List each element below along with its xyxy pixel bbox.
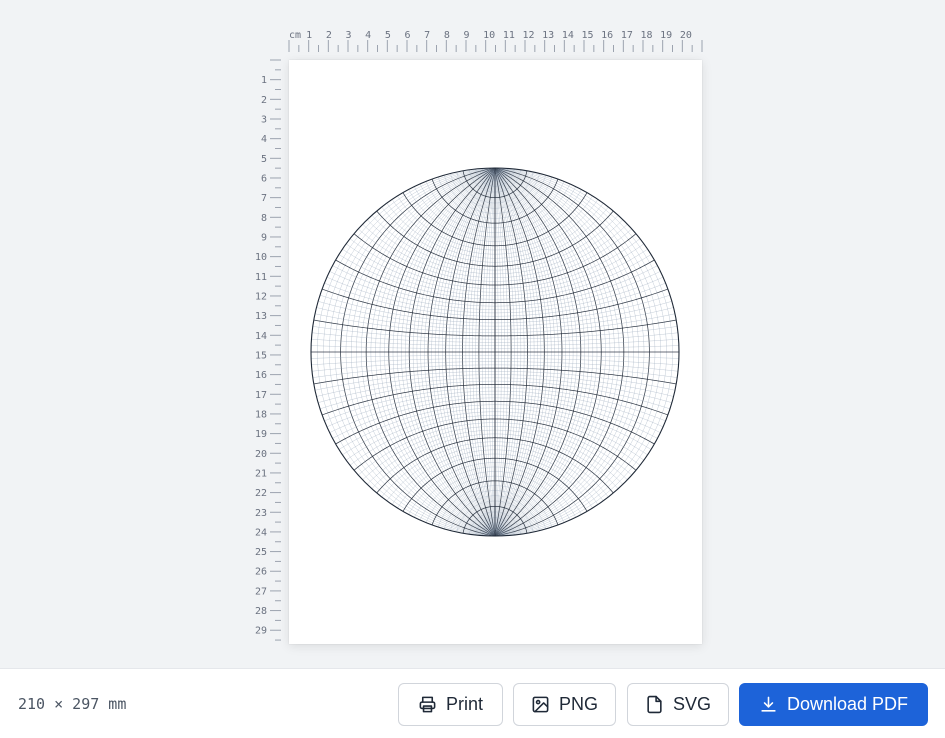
ruler-top-label: 4: [365, 30, 371, 41]
ruler-top-label: 10: [483, 30, 495, 41]
ruler-left-label: 29: [255, 626, 267, 637]
file-icon: [647, 695, 662, 714]
stereonet: [310, 167, 680, 537]
ruler-top-label: 8: [444, 30, 450, 41]
ruler-left-label: 27: [255, 586, 267, 597]
stereonet-grid: [311, 167, 679, 537]
ruler-left-label: 11: [255, 272, 267, 283]
print-label: Print: [445, 694, 483, 714]
ruler-left-label: 13: [255, 311, 267, 322]
ruler-top-label: 2: [326, 30, 332, 41]
download-pdf-label: Download PDF: [786, 694, 909, 714]
paper-dimensions: 210 × 297 mm: [18, 695, 127, 713]
ruler-top-label: 18: [641, 30, 653, 41]
ruler-left-label: 19: [255, 429, 267, 440]
ruler-top-label: 13: [542, 30, 554, 41]
ruler-top-label: 3: [346, 30, 352, 41]
ruler-left-label: 24: [255, 527, 267, 538]
ruler-left-label: 28: [255, 606, 267, 617]
footer-toolbar: 210 × 297 mm Print PNG SVG Download PDF: [0, 668, 945, 738]
ruler-top-label: 17: [621, 30, 633, 41]
ruler-left-label: 21: [255, 468, 267, 479]
ruler-top-label: 15: [582, 30, 594, 41]
ruler-left-label: 8: [261, 213, 267, 224]
ruler-top-label: 12: [523, 30, 535, 41]
ruler-left-label: 4: [261, 134, 267, 145]
ruler-top-label: 16: [601, 30, 613, 41]
png-label: PNG: [558, 694, 598, 714]
download-pdf-button[interactable]: Download PDF: [739, 683, 928, 726]
ruler-top-label: 1: [306, 30, 312, 41]
download-icon: [761, 696, 776, 712]
ruler-left-label: 23: [255, 508, 267, 519]
ruler-top-label: 11: [503, 30, 515, 41]
ruler-top-label: 5: [385, 30, 391, 41]
ruler-left-label: 6: [261, 173, 267, 184]
ruler-top-label: 6: [405, 30, 411, 41]
ruler-left-label: 17: [255, 390, 267, 401]
ruler-left-label: 22: [255, 488, 267, 499]
printer-icon: [419, 696, 436, 713]
ruler-left-label: 12: [255, 291, 267, 302]
ruler-top-label: 19: [660, 30, 672, 41]
ruler-left-label: 3: [261, 114, 267, 125]
paper-page: [289, 60, 702, 644]
ruler-left-label: 10: [255, 252, 267, 263]
ruler-left-label: 25: [255, 547, 267, 558]
svg-button[interactable]: SVG: [627, 683, 729, 726]
ruler-top-label: 14: [562, 30, 574, 41]
ruler-left-label: 9: [261, 232, 267, 243]
ruler-left: 1234567891011121314151617181920212223242…: [255, 59, 281, 641]
ruler-top-label: 20: [680, 30, 692, 41]
ruler-left-label: 15: [255, 350, 267, 361]
ruler-left-label: 14: [255, 331, 267, 342]
png-button[interactable]: PNG: [513, 683, 616, 726]
print-button[interactable]: Print: [398, 683, 503, 726]
canvas-area: cm 1 2 3 4 5 6 7 8 9 10 11 12 13 14 15 16 17 18 19 20 12345…: [0, 0, 945, 668]
ruler-unit-label: cm: [289, 30, 301, 41]
ruler-left-label: 5: [261, 154, 267, 165]
ruler-left-label: 16: [255, 370, 267, 381]
ruler-top-label: 7: [424, 30, 430, 41]
ruler-left-label: 26: [255, 567, 267, 578]
ruler-left-label: 20: [255, 449, 267, 460]
ruler-top-label: 9: [464, 30, 470, 41]
ruler-top: cm 1 2 3 4 5 6 7 8 9 10 11 12 13 14 15 16 17 18 19 20: [288, 30, 703, 52]
svg-label: SVG: [672, 694, 711, 714]
ruler-left-label: 18: [255, 409, 267, 420]
ruler-left-label: 1: [261, 75, 267, 86]
ruler-left-label: 7: [261, 193, 267, 204]
image-icon: [532, 696, 549, 713]
ruler-left-label: 2: [261, 95, 267, 106]
